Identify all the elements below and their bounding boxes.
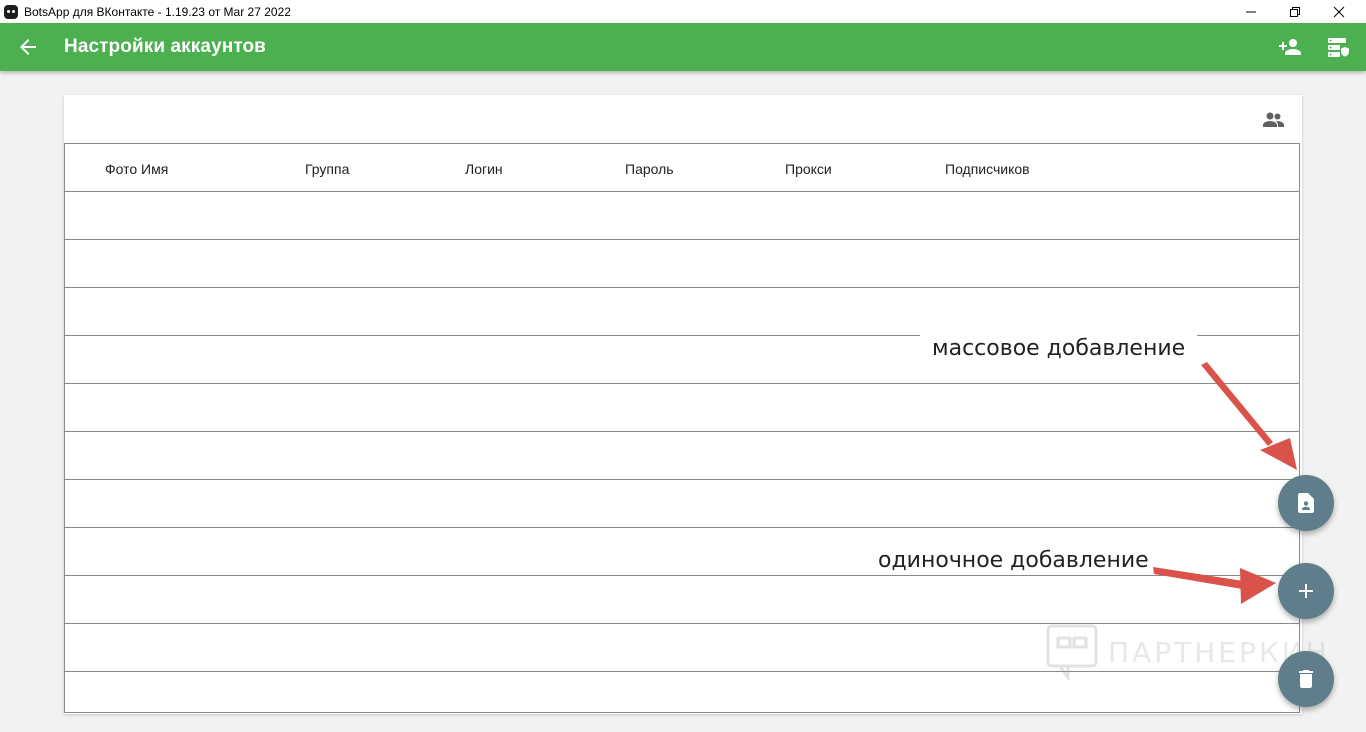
add-icon xyxy=(1299,584,1313,598)
delete-button[interactable] xyxy=(1278,651,1334,707)
contact-file-icon xyxy=(1298,493,1314,513)
bulk-add-button[interactable] xyxy=(1278,475,1334,531)
annotation-arrows xyxy=(1153,362,1297,604)
add-account-button[interactable] xyxy=(1278,563,1334,619)
arrow-head-single-add xyxy=(1240,568,1276,604)
arrow-to-single-add xyxy=(1153,567,1250,590)
arrow-to-bulk-add xyxy=(1201,362,1273,446)
delete-icon xyxy=(1299,670,1313,688)
